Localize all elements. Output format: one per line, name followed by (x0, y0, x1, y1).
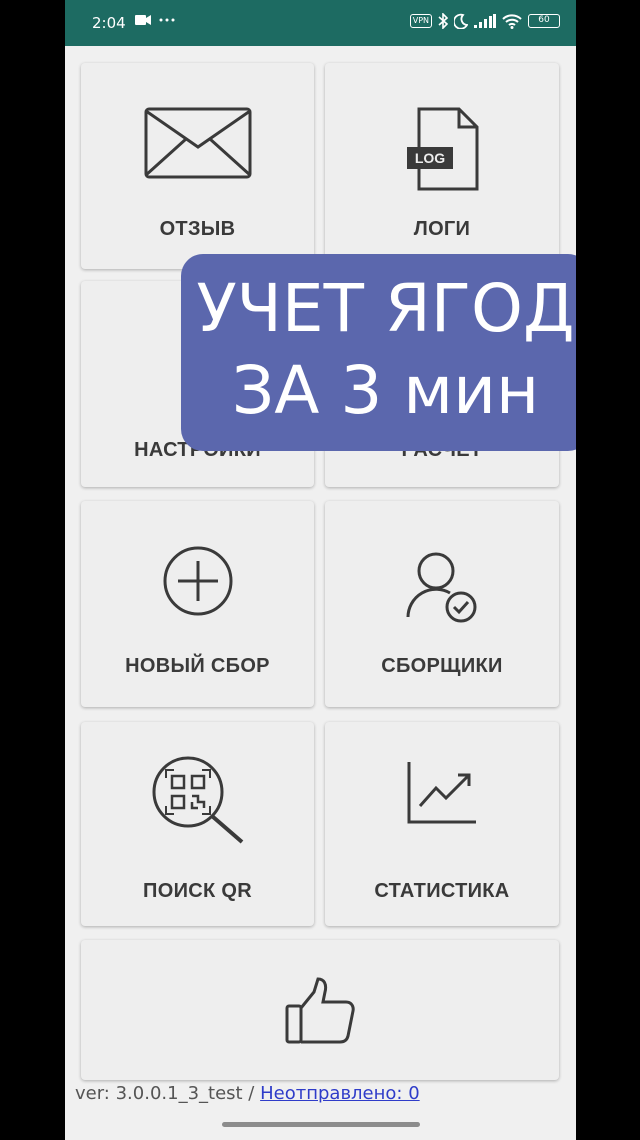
status-right-icons: VPN 60 (409, 13, 560, 29)
version-text: ver: 3.0.0.1_3_test / (75, 1083, 261, 1104)
video-camera-icon (135, 14, 151, 26)
status-left-icons (135, 14, 175, 26)
moon-icon (454, 13, 468, 29)
user-check-icon (404, 551, 480, 628)
wifi-icon (502, 13, 522, 29)
tile-qr-search[interactable]: ПОИСК QR (81, 722, 314, 926)
tile-new-collection[interactable]: НОВЫЙ СБОР (81, 501, 314, 707)
promo-overlay: УЧЕТ ЯГОД ЗА 3 мин (181, 254, 576, 451)
tile-label: ПОИСК QR (143, 880, 252, 902)
log-file-icon: LOG (405, 107, 479, 191)
bluetooth-icon (438, 13, 448, 29)
tile-collectors[interactable]: СБОРЩИКИ (325, 501, 559, 707)
status-bar: 2:04 VPN 60 (65, 0, 576, 46)
phone-screen: 2:04 VPN 60 ОТЗЫВ LOG ЛОГИ НОВЫЙ СБОР СБ… (65, 0, 576, 1140)
tile-label: ЛОГИ (413, 218, 471, 240)
signal-icon (474, 14, 496, 28)
thumbs-up-icon (284, 976, 356, 1051)
tile-label: ОТЗЫВ (159, 218, 236, 240)
log-file-label: LOG (414, 150, 446, 166)
status-time: 2:04 (92, 14, 126, 32)
tile-label: НОВЫЙ СБОР (125, 655, 270, 677)
plus-circle-icon (162, 545, 234, 622)
more-dots-icon (159, 14, 175, 26)
tile-rate-app[interactable] (81, 940, 559, 1080)
battery-level: 60 (538, 15, 550, 25)
home-indicator[interactable] (222, 1122, 420, 1127)
tile-statistics[interactable]: СТАТИСТИКА (325, 722, 559, 926)
vpn-icon: VPN (409, 14, 432, 28)
overlay-line-2: ЗА 3 мин (231, 352, 540, 429)
tile-feedback[interactable]: ОТЗЫВ (81, 63, 314, 269)
unsent-link[interactable]: Неотправлено: 0 (260, 1083, 420, 1104)
qr-search-icon (150, 754, 246, 851)
envelope-icon (144, 107, 252, 184)
tile-label: СТАТИСТИКА (374, 880, 510, 902)
tile-logs[interactable]: LOG ЛОГИ (325, 63, 559, 269)
chart-trend-icon (406, 760, 478, 829)
tile-label: СБОРЩИКИ (381, 655, 503, 677)
footer: ver: 3.0.0.1_3_test / Неотправлено: 0 (75, 1083, 420, 1104)
overlay-line-1: УЧЕТ ЯГОД (196, 270, 575, 347)
battery-icon: 60 (528, 14, 560, 28)
